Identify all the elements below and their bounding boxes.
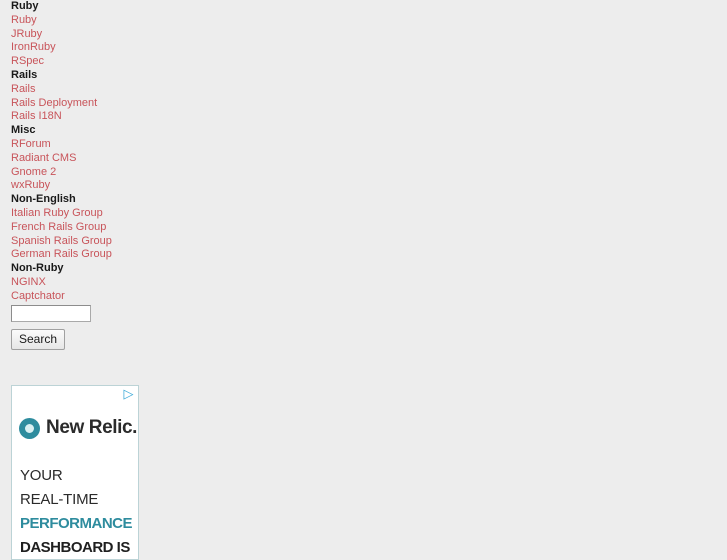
search-button[interactable]: Search <box>11 329 66 350</box>
sidebar-nav-list: Ruby Ruby JRuby IronRuby RSpec Rails Rai… <box>0 0 240 304</box>
nav-link-rails-deployment[interactable]: Rails Deployment <box>0 97 240 111</box>
ad-copy-block: YOUR REAL-TIME PERFORMANCE DASHBOARD IS <box>20 464 134 559</box>
nav-group-non-english: Non-English Italian Ruby Group French Ra… <box>0 193 240 262</box>
nav-link-captchator[interactable]: Captchator <box>0 290 240 304</box>
nav-link-italian-ruby-group[interactable]: Italian Ruby Group <box>0 207 240 221</box>
nav-group-header-non-ruby: Non-Ruby <box>11 262 64 275</box>
nav-link-rforum[interactable]: RForum <box>0 138 240 152</box>
nav-link-french-rails-group[interactable]: French Rails Group <box>0 221 240 235</box>
nav-link-rspec[interactable]: RSpec <box>0 55 240 69</box>
nav-group-rails: Rails Rails Rails Deployment Rails I18N <box>0 69 240 124</box>
nav-link-nginx[interactable]: NGINX <box>0 276 240 290</box>
new-relic-ring-logo-icon <box>19 417 40 439</box>
nav-link-gnome-2[interactable]: Gnome 2 <box>0 166 240 180</box>
nav-group-header-non-english: Non-English <box>11 193 76 206</box>
ad-choices-triangle-icon[interactable]: ▷ <box>121 387 136 400</box>
ad-copy-line-4: DASHBOARD IS <box>20 539 130 556</box>
advertisement-banner[interactable]: ▷ New Relic. YOUR REAL-TIME PERFORMANCE … <box>11 385 139 560</box>
nav-group-header-misc: Misc <box>11 124 36 137</box>
nav-group-header-rails: Rails <box>11 68 38 81</box>
ad-copy-line-2: REAL-TIME <box>20 491 99 508</box>
nav-group-misc: Misc RForum Radiant CMS Gnome 2 wxRuby <box>0 124 240 193</box>
nav-link-german-rails-group[interactable]: German Rails Group <box>0 248 240 262</box>
search-input[interactable] <box>11 305 91 322</box>
nav-link-rails-i18n[interactable]: Rails I18N <box>0 110 240 124</box>
search-form: Search <box>11 305 211 350</box>
nav-link-ironruby[interactable]: IronRuby <box>0 41 240 55</box>
nav-group-non-ruby: Non-Ruby NGINX Captchator <box>0 262 240 303</box>
nav-link-spanish-rails-group[interactable]: Spanish Rails Group <box>0 235 240 249</box>
nav-group-header-ruby: Ruby <box>11 0 39 12</box>
nav-link-rails[interactable]: Rails <box>0 83 240 97</box>
nav-link-wxruby[interactable]: wxRuby <box>0 179 240 193</box>
nav-link-radiant-cms[interactable]: Radiant CMS <box>0 152 240 166</box>
ad-brand-name: New Relic. <box>46 417 138 438</box>
ad-brand-lockup: New Relic. <box>19 415 137 441</box>
page-root: Ruby Ruby JRuby IronRuby RSpec Rails Rai… <box>0 0 727 560</box>
ad-copy-line-1: YOUR <box>20 467 63 484</box>
nav-link-ruby[interactable]: Ruby <box>0 14 240 28</box>
nav-group-ruby: Ruby Ruby JRuby IronRuby RSpec <box>0 0 240 69</box>
nav-link-jruby[interactable]: JRuby <box>0 28 240 42</box>
ad-copy-line-3: PERFORMANCE <box>20 515 133 532</box>
